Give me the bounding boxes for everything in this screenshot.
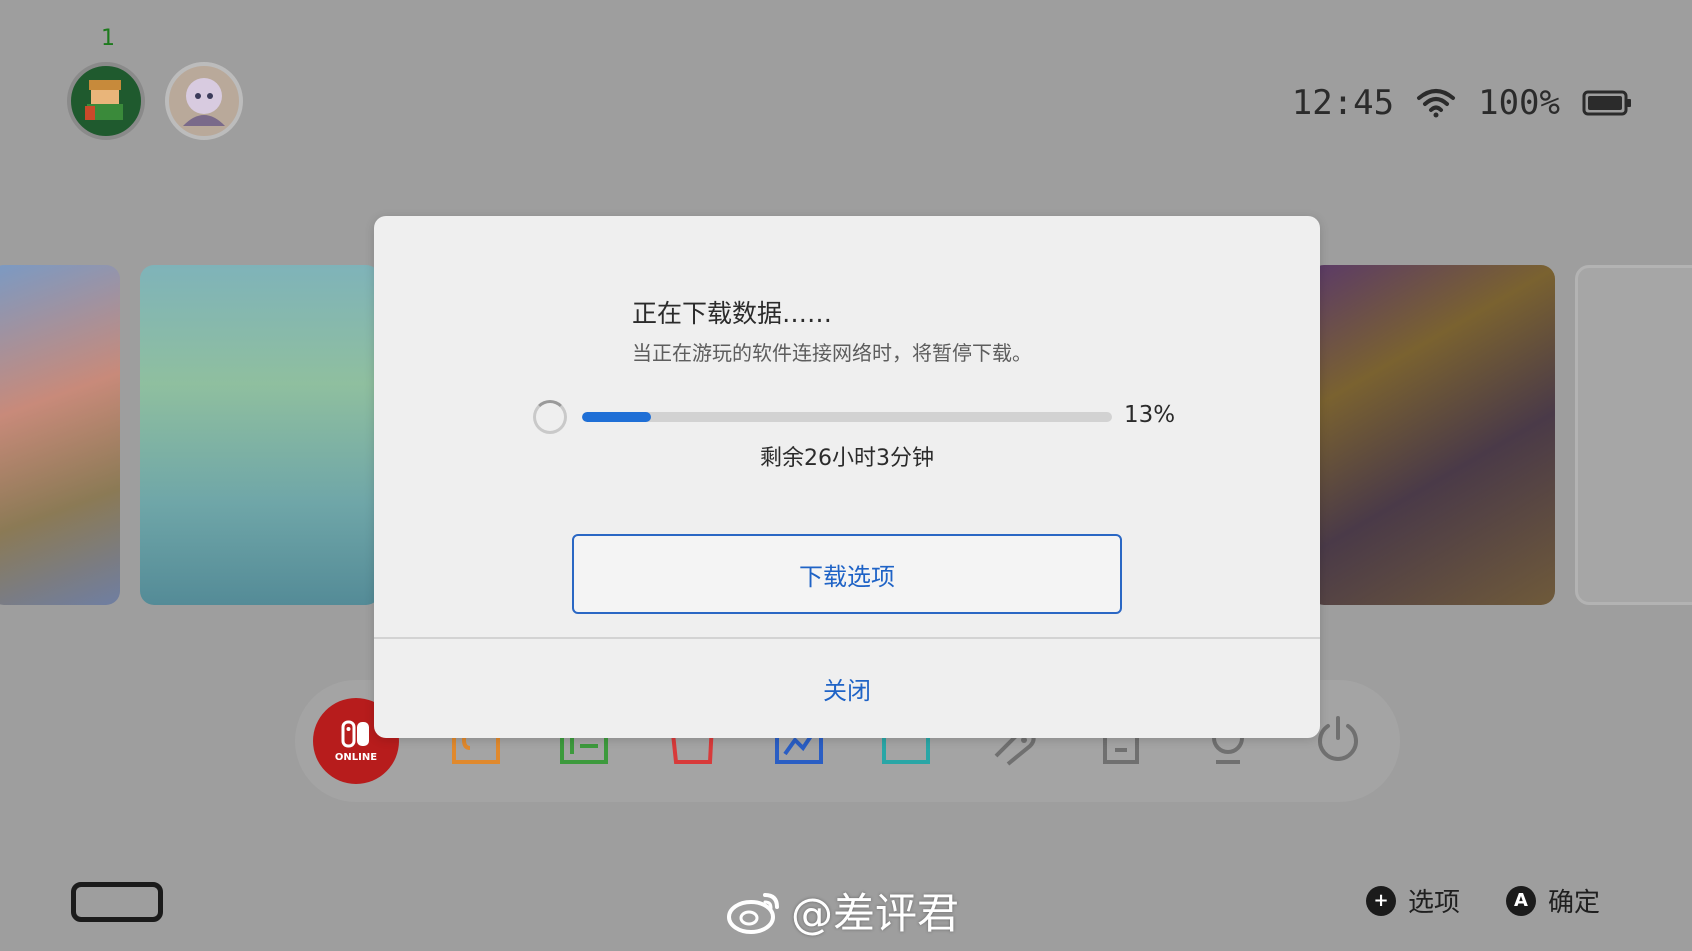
link-avatar-icon	[85, 80, 123, 120]
a-button-icon: A	[1506, 885, 1536, 916]
battery-percent: 100%	[1478, 83, 1560, 123]
watermark: @差评君	[725, 880, 959, 941]
battery-icon	[1582, 90, 1631, 116]
download-dialog: 正在下载数据…… 当正在游玩的软件连接网络时，将暂停下载。 13% 剩余26小时…	[374, 216, 1320, 738]
progress-fill	[582, 412, 651, 422]
user-count: 1	[101, 26, 115, 51]
switch-logo-icon	[341, 720, 369, 747]
options-hint[interactable]: + 选项	[1366, 882, 1460, 919]
close-button[interactable]: 关闭	[374, 639, 1320, 738]
plus-icon: +	[1366, 885, 1396, 916]
user-avatar-1[interactable]	[67, 62, 145, 140]
status-area: 12:45 100%	[1292, 78, 1632, 128]
dialog-title: 正在下载数据……	[632, 299, 833, 328]
confirm-hint[interactable]: A 确定	[1506, 882, 1600, 919]
online-label: ONLINE	[334, 751, 378, 763]
remaining-time: 剩余26小时3分钟	[760, 446, 934, 471]
game-tile-all-software[interactable]	[1575, 265, 1692, 605]
game-tile-splatoon3[interactable]	[1310, 265, 1555, 605]
download-options-button[interactable]: 下载选项	[572, 534, 1122, 614]
dialog-subtitle: 当正在游玩的软件连接网络时，将暂停下载。	[632, 341, 1032, 365]
game-tile-fantasy-life[interactable]	[140, 265, 380, 605]
clock: 12:45	[1291, 83, 1395, 123]
user-avatar-2[interactable]	[165, 62, 243, 140]
confirm-hint-label: 确定	[1548, 888, 1601, 918]
character-avatar-icon	[183, 78, 225, 126]
spinner-icon	[533, 400, 567, 434]
progress-bar	[582, 412, 1112, 422]
progress-percent: 13%	[1124, 402, 1176, 428]
wifi-icon	[1417, 89, 1456, 118]
watermark-text: @差评君	[791, 889, 960, 938]
console-icon	[71, 882, 163, 922]
options-hint-label: 选项	[1408, 888, 1461, 918]
weibo-icon	[727, 892, 779, 934]
game-tile-mario-kart[interactable]	[0, 265, 120, 605]
